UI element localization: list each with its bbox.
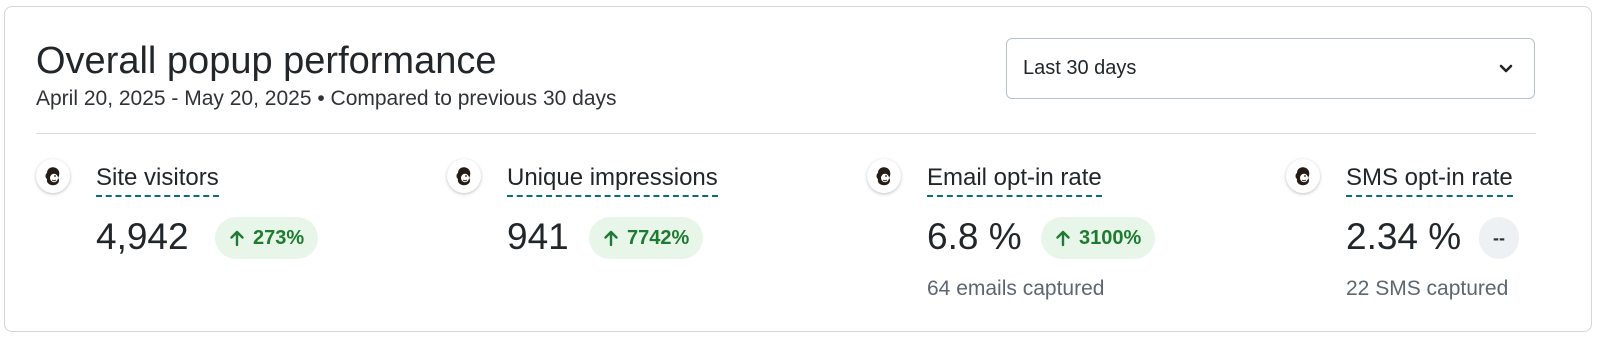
emails-captured-text: 64 emails captured	[927, 277, 1105, 300]
mailchimp-logo-icon	[447, 159, 481, 193]
arrow-up-icon	[604, 230, 618, 247]
mailchimp-logo-icon	[36, 159, 70, 193]
metric-value-site-visitors: 4,942	[96, 216, 189, 257]
change-badge-site-visitors: 273%	[215, 217, 319, 259]
popup-performance-card: Overall popup performance April 20, 2025…	[4, 6, 1592, 332]
arrow-up-icon	[230, 230, 244, 247]
metric-value-unique-impressions: 941	[507, 216, 569, 257]
page-title: Overall popup performance	[36, 40, 497, 82]
chevron-down-icon	[1498, 61, 1514, 77]
change-badge-sms-opt-in-rate: --	[1479, 217, 1519, 259]
change-value: 273%	[253, 226, 305, 249]
date-range-select-value: Last 30 days	[1023, 57, 1137, 79]
metric-value-sms-opt-in-rate: 2.34 %	[1346, 216, 1462, 257]
header-divider	[36, 133, 1536, 134]
metric-label-unique-impressions[interactable]: Unique impressions	[507, 163, 718, 197]
metric-label-email-opt-in-rate[interactable]: Email opt-in rate	[927, 163, 1102, 197]
mailchimp-logo-icon	[867, 159, 901, 193]
arrow-up-icon	[1056, 230, 1070, 247]
mailchimp-logo-icon	[1286, 159, 1320, 193]
metric-label-sms-opt-in-rate[interactable]: SMS opt-in rate	[1346, 163, 1513, 197]
change-value: 7742%	[627, 226, 690, 249]
date-range-select[interactable]: Last 30 days	[1006, 38, 1535, 99]
date-range-subtitle: April 20, 2025 - May 20, 2025 • Compared…	[36, 87, 617, 110]
metric-value-email-opt-in-rate: 6.8 %	[927, 216, 1022, 257]
change-badge-email-opt-in-rate: 3100%	[1041, 217, 1156, 259]
change-value: 3100%	[1079, 226, 1142, 249]
sms-captured-text: 22 SMS captured	[1346, 277, 1509, 300]
metric-label-site-visitors[interactable]: Site visitors	[96, 163, 219, 197]
change-badge-unique-impressions: 7742%	[589, 217, 704, 259]
